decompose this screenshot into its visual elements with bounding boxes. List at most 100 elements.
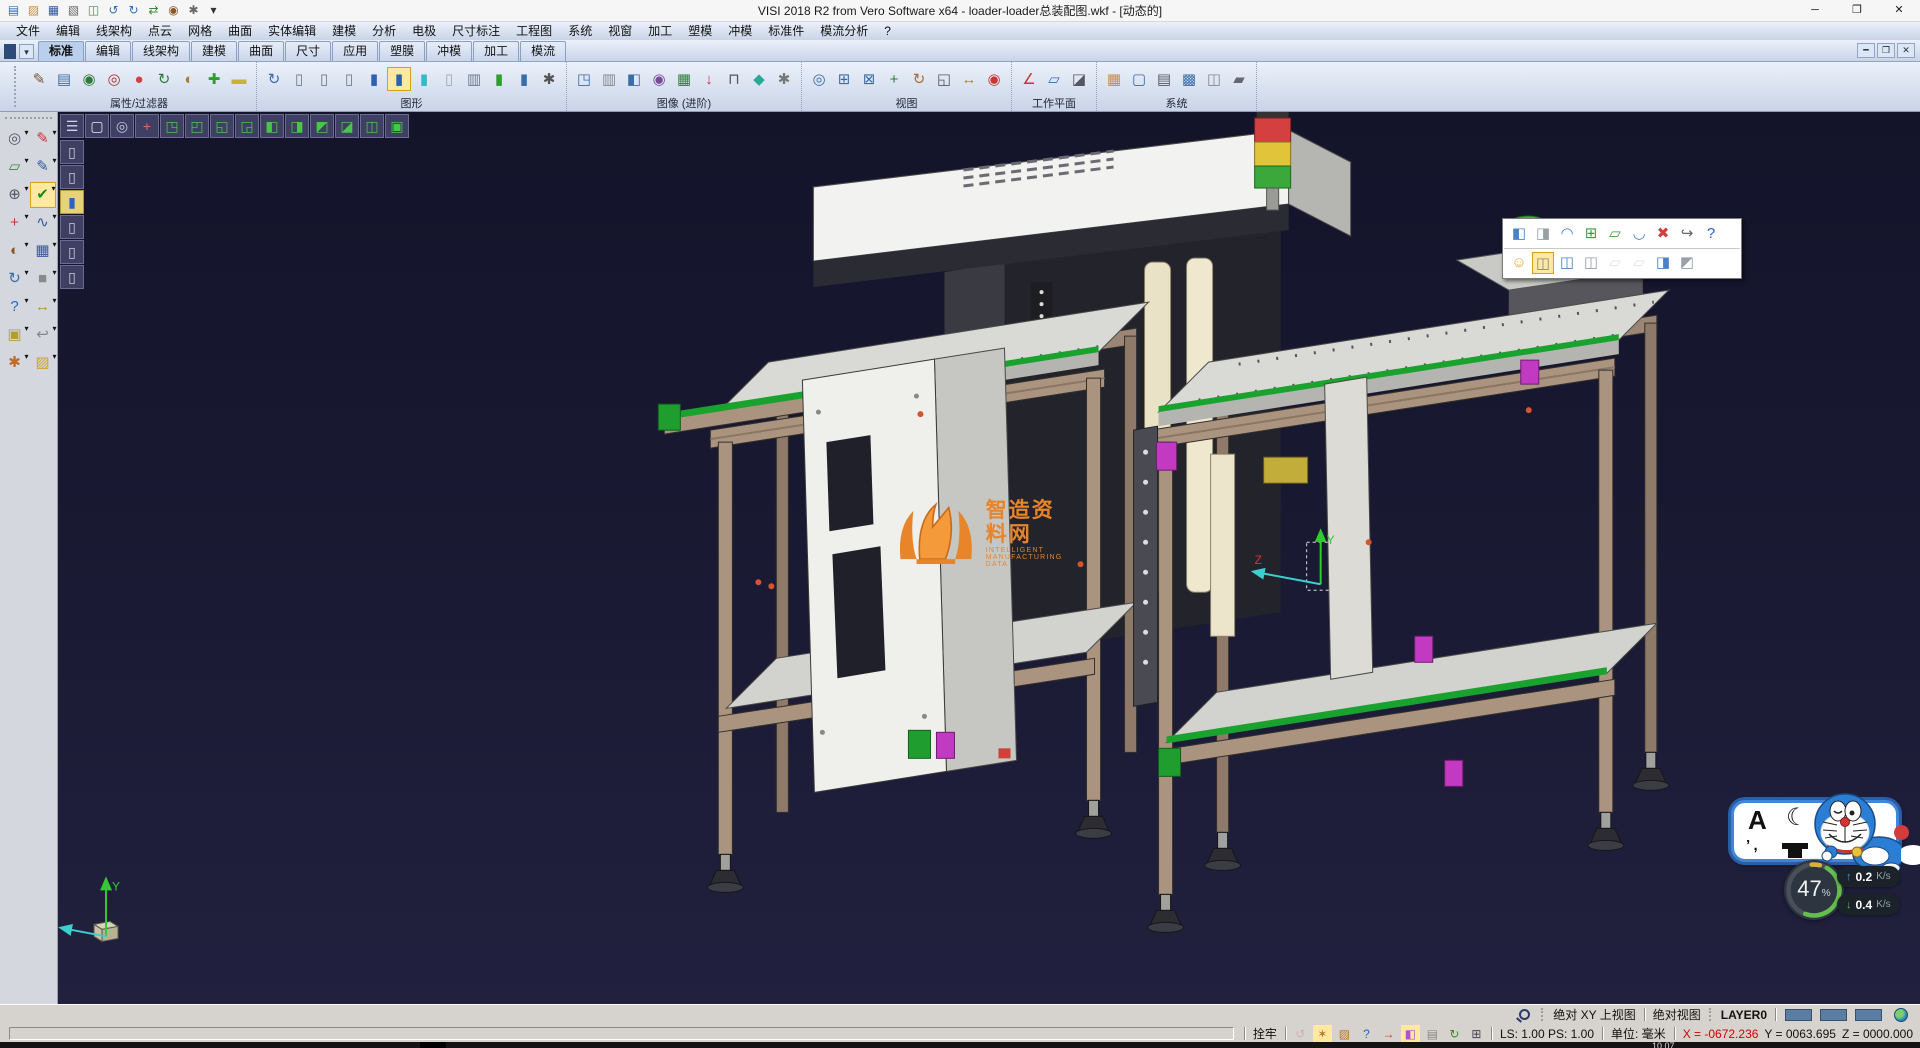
redo-icon[interactable]: ↻ — [124, 2, 143, 19]
menu-item-11[interactable]: 工程图 — [508, 22, 560, 40]
menu-item-3[interactable]: 点云 — [140, 22, 180, 40]
absolute-view-indicator[interactable]: 绝对视图 — [1650, 1006, 1704, 1023]
rotate-green-icon[interactable]: ↻ — [1445, 1025, 1464, 1042]
view-custom-icon[interactable]: ▣ — [385, 114, 409, 138]
palette-panel-b-icon[interactable]: ▱ — [1628, 252, 1650, 274]
image-export-icon[interactable]: ↓ — [697, 67, 721, 91]
tab-1[interactable]: 编辑 — [85, 41, 131, 61]
menu-item-1[interactable]: 编辑 — [48, 22, 88, 40]
visibility-plus-icon[interactable]: ✚ — [202, 67, 226, 91]
palette-panel-a-icon[interactable]: ▱ — [1604, 252, 1626, 274]
image-clip-icon[interactable]: ⊓ — [722, 67, 746, 91]
menu-item-9[interactable]: 电极 — [404, 22, 444, 40]
system-colors-icon[interactable]: ▦ — [1102, 67, 1126, 91]
view-target-icon[interactable]: ◉ — [982, 67, 1006, 91]
screen-capture-icon[interactable]: ◉ — [164, 2, 183, 19]
palette-solid-cube-icon[interactable]: ◧ — [1508, 223, 1530, 245]
menu-item-17[interactable]: 标准件 — [760, 22, 812, 40]
view-right-icon[interactable]: ◧ — [260, 114, 284, 138]
menu-item-7[interactable]: 建模 — [324, 22, 364, 40]
view-zoom-window-icon[interactable]: ⊞ — [832, 67, 856, 91]
maximize-button[interactable]: ❐ — [1836, 0, 1878, 21]
grid-window-icon[interactable]: ⊞ — [1467, 1025, 1486, 1042]
palette-help-icon[interactable]: ? — [1700, 223, 1722, 245]
view-iso-2-icon[interactable]: ◪ — [335, 114, 359, 138]
layer-color-swatch-2[interactable] — [1820, 1009, 1847, 1021]
menu-item-6[interactable]: 实体编辑 — [260, 22, 324, 40]
workplane-cube-icon[interactable]: ◧ — [1401, 1025, 1420, 1042]
globe-icon[interactable] — [1894, 1008, 1908, 1022]
palette-gray-cube-icon[interactable]: ◨ — [1532, 223, 1554, 245]
mdi-minimize-button[interactable]: ━ — [1857, 43, 1875, 58]
options-icon[interactable]: ✱ — [184, 2, 203, 19]
zoom-previous-icon[interactable]: ◎ — [110, 114, 134, 138]
palette-delete-icon[interactable]: ✖ — [1652, 223, 1674, 245]
palette-datum-icon[interactable]: ⊞ — [1580, 223, 1602, 245]
mdi-restore-button[interactable]: ❐ — [1877, 43, 1895, 58]
status-help-icon[interactable]: ? — [1357, 1025, 1376, 1042]
magic-wand-icon[interactable]: ✶ — [1313, 1025, 1332, 1042]
tab-10[interactable]: 模流 — [520, 41, 566, 61]
system-layers-icon[interactable]: ▤ — [1152, 67, 1176, 91]
menu-item-16[interactable]: 冲模 — [720, 22, 760, 40]
system-matrix-icon[interactable]: ▩ — [1177, 67, 1201, 91]
system-monitor-icon[interactable]: ▢ — [1127, 67, 1151, 91]
tab-8[interactable]: 冲模 — [426, 41, 472, 61]
view-previous-icon[interactable]: ◱ — [932, 67, 956, 91]
layer-slot-2-icon[interactable]: ▯ — [60, 165, 84, 189]
tab-dropdown-button[interactable]: ▾ — [19, 44, 34, 59]
menu-item-5[interactable]: 曲面 — [220, 22, 260, 40]
palette-surface-icon[interactable]: ◡ — [1628, 223, 1650, 245]
workplane-align-icon[interactable]: ◪ — [1067, 67, 1091, 91]
image-texture-icon[interactable]: ▦ — [672, 67, 696, 91]
visibility-minus-icon[interactable]: ▬ — [227, 67, 251, 91]
box-edit-icon[interactable]: ▨ — [1335, 1025, 1354, 1042]
cylinder-copy-icon[interactable]: ▮ — [512, 67, 536, 91]
arrow-cube-icon[interactable]: → — [1379, 1025, 1398, 1042]
palette-cube-solid-icon[interactable]: ◨ — [1652, 252, 1674, 274]
menu-item-19[interactable]: ? — [876, 22, 899, 40]
cylinder-solid-icon[interactable]: ▮ — [362, 67, 386, 91]
tab-2[interactable]: 线架构 — [132, 41, 190, 61]
lock-indicator[interactable]: 拴牢 — [1250, 1025, 1280, 1042]
cylinder-wire-1-icon[interactable]: ▯ — [287, 67, 311, 91]
search-icon[interactable] — [1519, 1009, 1530, 1020]
screen-widget-overlay[interactable]: A ☾ ’ , — [1725, 792, 1920, 932]
palette-flex-surface-icon[interactable]: ◠ — [1556, 223, 1578, 245]
undo-icon[interactable]: ↺ — [104, 2, 123, 19]
view-plane-icon[interactable]: ▢ — [85, 114, 109, 138]
palette-hook-icon[interactable]: ↪ — [1676, 223, 1698, 245]
view-measure-icon[interactable]: ↔ — [957, 67, 981, 91]
workplane-plane-icon[interactable]: ▱ — [1042, 67, 1066, 91]
view-mode-indicator[interactable]: 绝对 XY 上视图 — [1550, 1006, 1638, 1023]
palette-mirror-icon[interactable]: ▱ — [1604, 223, 1626, 245]
layer-slot-1-icon[interactable]: ▯ — [60, 140, 84, 164]
menu-item-2[interactable]: 线架构 — [88, 22, 140, 40]
open-file-icon[interactable]: ▨ — [24, 2, 43, 19]
visibility-remove-icon[interactable]: ◎ — [102, 67, 126, 91]
view-iso-icon[interactable]: ◳ — [160, 114, 184, 138]
view-orbit-icon[interactable]: ◎ — [807, 67, 831, 91]
image-advanced-icon[interactable]: ✱ — [772, 67, 796, 91]
menu-item-0[interactable]: 文件 — [8, 22, 48, 40]
scale-indicator[interactable]: LS: 1.00 PS: 1.00 — [1497, 1027, 1597, 1041]
image-render-icon[interactable]: ◉ — [647, 67, 671, 91]
menu-item-4[interactable]: 网格 — [180, 22, 220, 40]
menu-item-10[interactable]: 尺寸标注 — [444, 22, 508, 40]
view-bottom-icon[interactable]: ◱ — [210, 114, 234, 138]
image-shade-icon[interactable]: ◧ — [622, 67, 646, 91]
palette-cube-blue-icon[interactable]: ◫ — [1556, 252, 1578, 274]
cylinder-wire-2-icon[interactable]: ▯ — [312, 67, 336, 91]
units-indicator[interactable]: 单位: 毫米 — [1608, 1025, 1669, 1042]
tab-4[interactable]: 曲面 — [238, 41, 284, 61]
viewport-3d[interactable]: Y Z Y ☰▢◎+◳◰◱◲◧◨◩◪◫▣ ▯▯▮▯▯▯ 智造资料网 INTELL… — [58, 112, 1920, 1004]
layer-slot-3-icon[interactable]: ▮ — [60, 190, 84, 214]
visibility-toggle-icon[interactable]: ◐ — [177, 67, 201, 91]
menu-item-13[interactable]: 视窗 — [600, 22, 640, 40]
regen-icon[interactable]: ↻ — [262, 67, 286, 91]
plot-preview-icon[interactable]: ◫ — [84, 2, 103, 19]
palette-cube-active-icon[interactable]: ◫ — [1532, 252, 1554, 274]
qat-dropdown-icon[interactable]: ▾ — [204, 2, 223, 19]
system-sheet-icon[interactable]: ◫ — [1202, 67, 1226, 91]
layer-slot-6-icon[interactable]: ▯ — [60, 265, 84, 289]
